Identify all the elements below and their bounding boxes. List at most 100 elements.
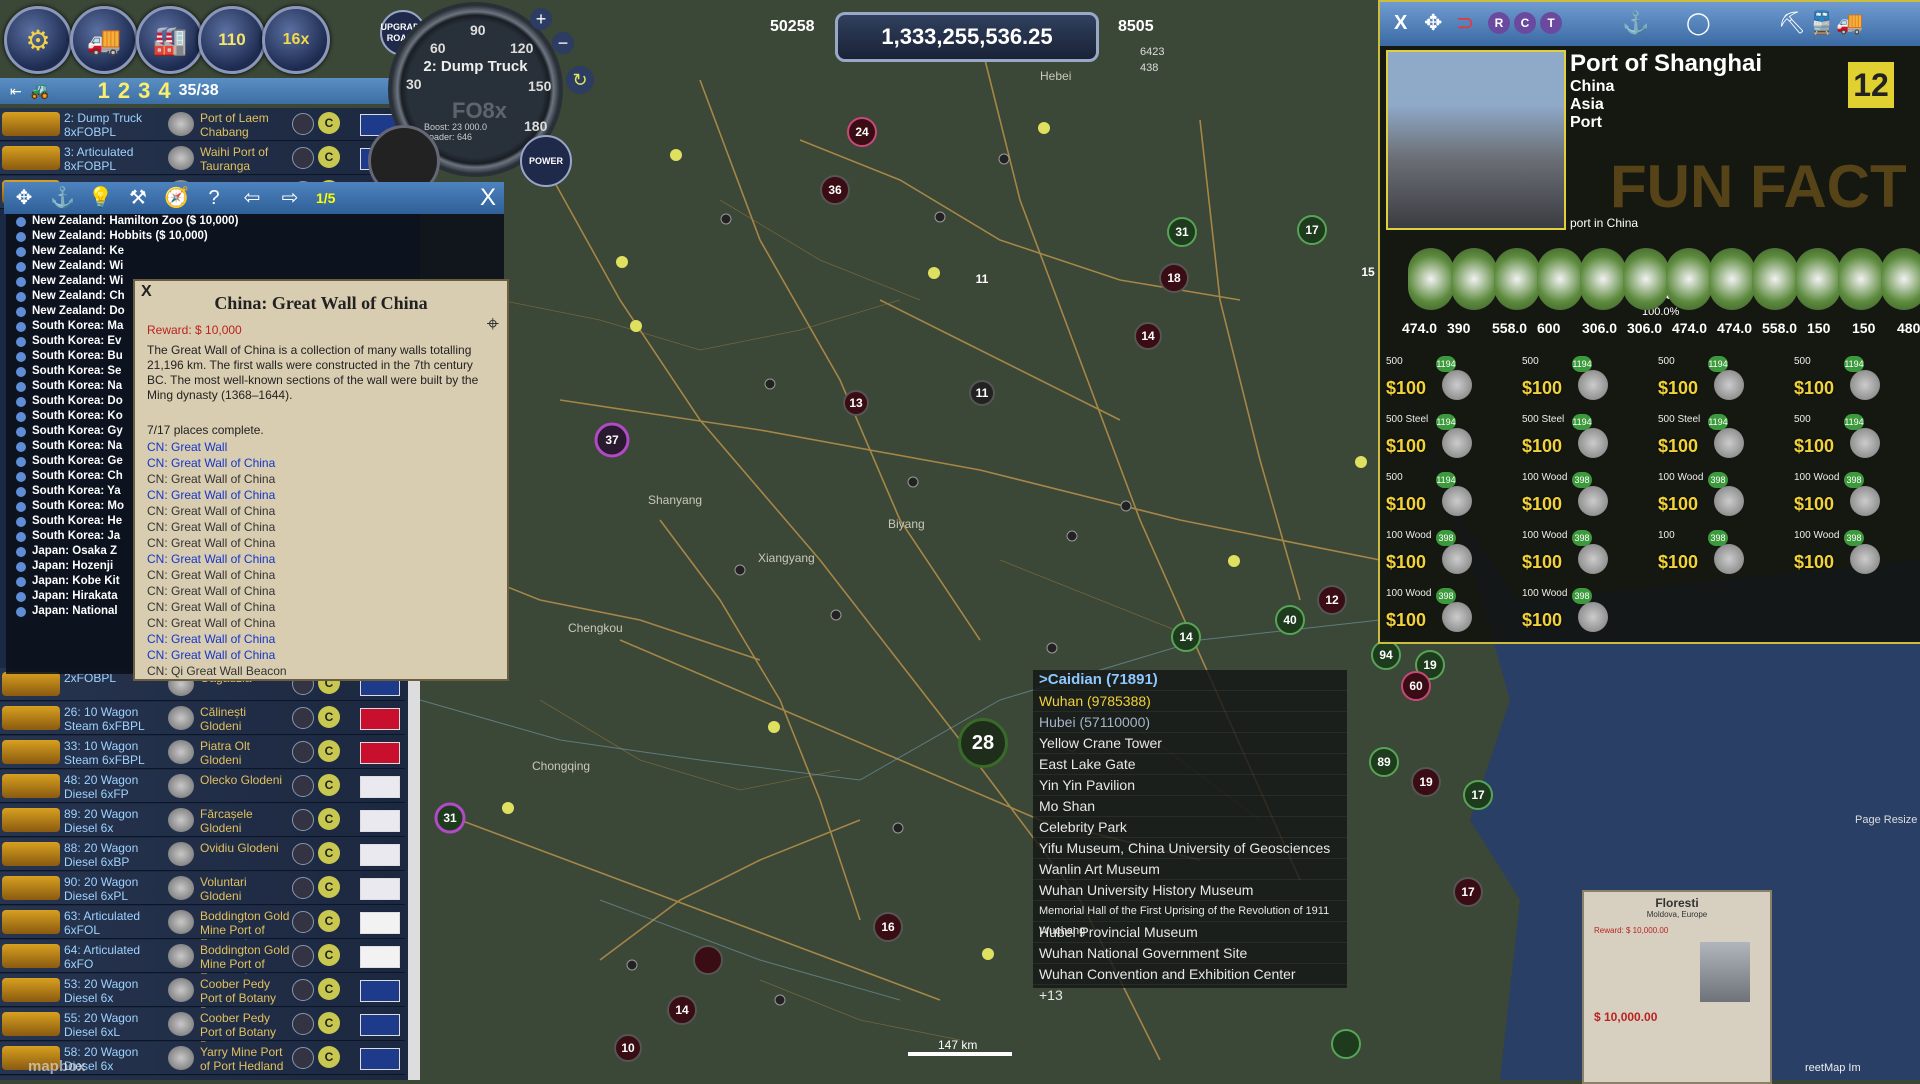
cargo-level-icon[interactable]: 110 xyxy=(198,6,266,74)
c-icon[interactable]: C xyxy=(318,1012,340,1034)
page-resize-label[interactable]: Page Resize xyxy=(1855,814,1917,826)
power-button[interactable]: POWER xyxy=(520,135,572,187)
business-tile[interactable]: 100 Wood 398 $100 xyxy=(1522,588,1610,638)
power-icon[interactable] xyxy=(292,741,314,763)
power-icon[interactable] xyxy=(292,1047,314,1069)
route-button[interactable]: R xyxy=(1488,12,1510,34)
power-icon[interactable] xyxy=(292,945,314,967)
crane-icon[interactable]: ⛏ xyxy=(1778,10,1806,36)
map-attribution[interactable]: reetMap Im xyxy=(1805,1062,1861,1074)
city-place-item[interactable]: Yin Yin Pavilion xyxy=(1033,774,1347,795)
city-place-item[interactable]: Wuhan University History Museum xyxy=(1033,879,1347,900)
anchor-icon[interactable]: ⚓ xyxy=(50,186,75,210)
business-tile[interactable]: 500 1194 $100 xyxy=(1794,356,1882,406)
locate-icon[interactable]: ⌖ xyxy=(487,311,499,337)
power-icon[interactable] xyxy=(292,979,314,1001)
vehicle-row[interactable]: 59: 5 Wagon DieselBlenheimC xyxy=(0,1076,405,1080)
vehicle-row[interactable]: 89: 20 Wagon Diesel 6x Fărcașele Glodeni C xyxy=(0,804,405,837)
refresh-icon[interactable]: ↻ xyxy=(566,66,594,94)
power-icon[interactable] xyxy=(292,147,314,169)
truck-icon[interactable]: 🚚 xyxy=(70,6,138,74)
power-icon[interactable] xyxy=(292,707,314,729)
business-tile[interactable]: 500 Steel 1194 $100 xyxy=(1386,414,1474,464)
more-places[interactable]: +13 xyxy=(1033,984,1347,1005)
circle-icon[interactable]: ◯ xyxy=(1686,10,1711,36)
c-icon[interactable]: C xyxy=(318,944,340,966)
city-place-item[interactable]: Mo Shan xyxy=(1033,795,1347,816)
card-place-item[interactable]: CN: Great Wall of China xyxy=(147,487,287,503)
vehicle-row[interactable]: 55: 20 Wagon Diesel 6xL Coober Pedy Port … xyxy=(0,1008,405,1053)
c-icon[interactable]: C xyxy=(318,1046,340,1068)
good-icon[interactable] xyxy=(1451,248,1497,310)
page-link[interactable]: 1 xyxy=(98,78,110,104)
card-place-item[interactable]: CN: Great Wall of China xyxy=(147,455,287,471)
vehicle-row[interactable]: 48: 20 Wagon Diesel 6xFP Olecko Glodeni C xyxy=(0,770,405,803)
c-icon[interactable]: C xyxy=(318,808,340,830)
card-place-item[interactable]: CN: Great Wall xyxy=(147,439,287,455)
vehicle-row[interactable]: 3: Articulated 8xFOBPL Waihi Port of Taur… xyxy=(0,142,405,175)
good-icon[interactable] xyxy=(1795,248,1841,310)
place-list-item[interactable]: New Zealand: Wi xyxy=(6,259,504,274)
city-place-item[interactable]: Wuhan National Government Site xyxy=(1033,942,1347,963)
business-tile[interactable]: 500 Steel 1194 $100 xyxy=(1658,414,1746,464)
power-icon[interactable] xyxy=(292,775,314,797)
city-cluster-marker[interactable]: 28 xyxy=(958,718,1008,768)
crosshair-icon[interactable]: ✥ xyxy=(1424,10,1442,36)
city-place-item[interactable]: Yellow Crane Tower xyxy=(1033,732,1347,753)
business-tile[interactable]: 100 Wood 398 $100 xyxy=(1794,472,1882,522)
business-tile[interactable]: 500 1194 $100 xyxy=(1386,472,1474,522)
vehicle-row[interactable]: 2: Dump Truck 8xFOBPL Port of Laem Chaban… xyxy=(0,108,405,141)
business-tile[interactable]: 100 Wood 398 $100 xyxy=(1658,472,1746,522)
power-icon[interactable] xyxy=(292,1013,314,1035)
c-icon[interactable]: C xyxy=(318,146,340,168)
business-tile[interactable]: 500 1194 $100 xyxy=(1522,356,1610,406)
business-tile[interactable]: 100 398 $100 xyxy=(1658,530,1746,580)
port-close-button[interactable]: X xyxy=(1394,12,1407,35)
vehicle-row[interactable]: 63: Articulated 6xFOL Boddington Gold Min… xyxy=(0,906,405,951)
back-icon[interactable]: ⇦ xyxy=(240,186,264,210)
good-icon[interactable] xyxy=(1881,248,1920,310)
c-icon[interactable]: C xyxy=(318,978,340,1000)
province-name[interactable]: Hubei (57110000) xyxy=(1033,711,1347,732)
business-tile[interactable]: 100 Wood 398 $100 xyxy=(1522,472,1610,522)
power-icon[interactable] xyxy=(292,877,314,899)
postcard-preview[interactable]: Floresti Moldova, Europe Reward: $ 10,00… xyxy=(1582,890,1772,1084)
good-icon[interactable] xyxy=(1494,248,1540,310)
train-icon[interactable]: 🚆 xyxy=(1808,10,1835,36)
truck-icon[interactable]: 🚚 xyxy=(1836,10,1863,36)
lightbulb-icon[interactable]: 💡 xyxy=(88,186,113,210)
vehicle-row[interactable]: 53: 20 Wagon Diesel 6x Coober Pedy Port o… xyxy=(0,974,405,1019)
anchor-icon[interactable]: ⚓ xyxy=(1622,10,1649,36)
crosshair-icon[interactable]: ✥ xyxy=(12,186,36,210)
place-list-item[interactable]: New Zealand: Ke xyxy=(6,244,504,259)
business-tile[interactable]: 500 1194 $100 xyxy=(1658,356,1746,406)
c-icon[interactable]: C xyxy=(318,706,340,728)
business-tile[interactable]: 100 Wood 398 $100 xyxy=(1522,530,1610,580)
vehicle-type-icon[interactable]: 🚜 xyxy=(30,81,50,101)
page-link[interactable]: 4 xyxy=(158,78,170,104)
city-place-item[interactable]: Wanlin Art Museum xyxy=(1033,858,1347,879)
worker-icon[interactable]: ⚒ xyxy=(126,186,150,210)
good-icon[interactable] xyxy=(1709,248,1755,310)
city-place-item[interactable]: Hubei Provincial Museum xyxy=(1033,921,1347,942)
power-icon[interactable] xyxy=(292,843,314,865)
card-place-item[interactable]: CN: Great Wall of China xyxy=(147,551,287,567)
magnet-icon[interactable]: ⊃ xyxy=(1456,10,1474,36)
vehicle-list-scrollbar[interactable] xyxy=(408,660,420,1080)
cargo-button[interactable]: C xyxy=(1514,12,1536,34)
good-icon[interactable] xyxy=(1666,248,1712,310)
good-icon[interactable] xyxy=(1752,248,1798,310)
c-icon[interactable]: C xyxy=(318,910,340,932)
gear-icon[interactable]: ⚙ xyxy=(4,6,72,74)
page-link[interactable]: 3 xyxy=(138,78,150,104)
business-tile[interactable]: 100 Wood 398 $100 xyxy=(1386,588,1474,638)
place-list-item[interactable]: New Zealand: Hamilton Zoo ($ 10,000) xyxy=(6,214,504,229)
sort-icon[interactable]: ⇤ xyxy=(10,83,22,100)
city-place-item[interactable]: Wuhan Convention and Exhibition Center xyxy=(1033,963,1347,984)
business-tile[interactable]: 500 Steel 1194 $100 xyxy=(1522,414,1610,464)
good-icon[interactable] xyxy=(1580,248,1626,310)
business-tile[interactable]: 500 1194 $100 xyxy=(1386,356,1474,406)
place-list-item[interactable]: New Zealand: Hobbits ($ 10,000) xyxy=(6,229,504,244)
c-icon[interactable]: C xyxy=(318,112,340,134)
c-icon[interactable]: C xyxy=(318,876,340,898)
